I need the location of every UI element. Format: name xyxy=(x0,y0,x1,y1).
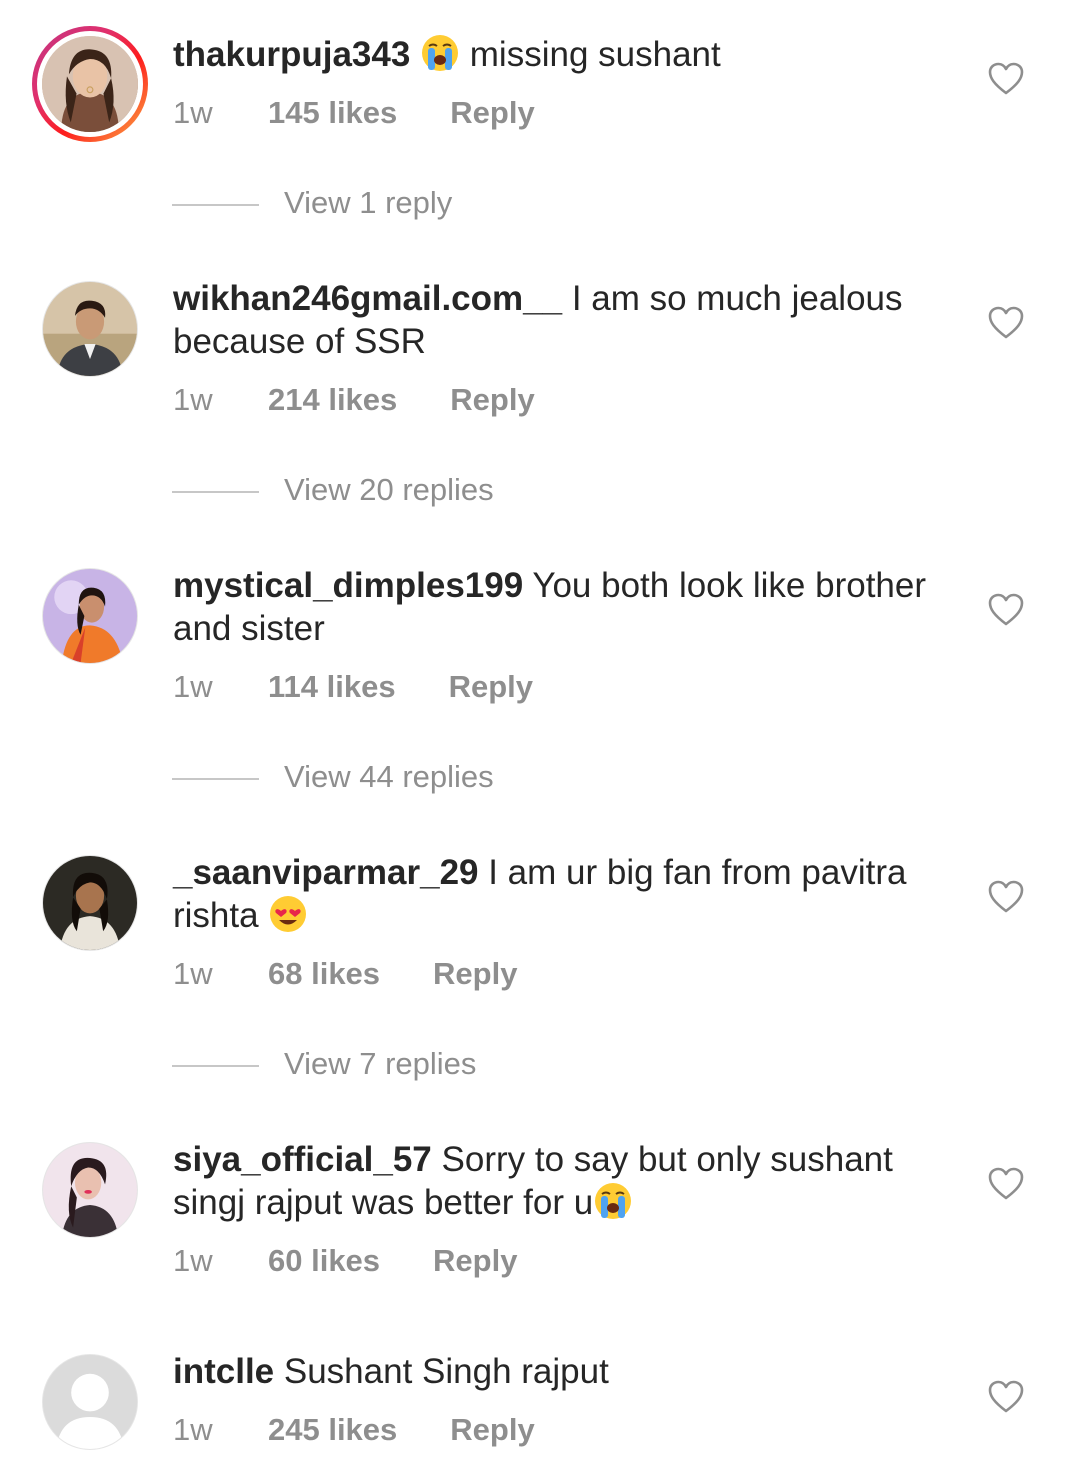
view-replies-label: View 44 replies xyxy=(284,759,494,794)
reply-button[interactable]: Reply xyxy=(433,1243,517,1279)
comment-text: thakurpuja343 missing sushant xyxy=(173,33,963,76)
heart-eyes-face-icon xyxy=(268,894,308,934)
comment-time: 1w xyxy=(173,956,213,991)
view-replies-label: View 20 replies xyxy=(284,472,494,507)
comment-likes[interactable]: 114 likes xyxy=(268,669,396,705)
avatar-intclle[interactable] xyxy=(42,1354,138,1450)
comment-time: 1w xyxy=(173,1243,213,1278)
comment-body: Sushant Singh rajput xyxy=(283,1352,609,1391)
comment-text: wikhan246gmail.com__ I am so much jealou… xyxy=(173,277,963,363)
comment-meta: 1w 68 likes Reply xyxy=(173,956,517,992)
replies-divider xyxy=(172,777,259,780)
heart-outline-icon[interactable] xyxy=(988,1380,1024,1413)
comment-username[interactable]: intclle xyxy=(173,1352,274,1391)
view-replies-button[interactable]: View 44 replies xyxy=(172,759,494,795)
comment-likes[interactable]: 214 likes xyxy=(268,382,397,418)
comment-meta: 1w 60 likes Reply xyxy=(173,1243,517,1279)
loudly-crying-face-icon xyxy=(593,1181,633,1221)
replies-divider xyxy=(172,203,259,206)
comment-time: 1w xyxy=(173,382,213,417)
comment-username[interactable]: mystical_dimples199 xyxy=(173,566,523,605)
avatar-saanviparmar-29[interactable] xyxy=(42,855,138,951)
heart-outline-icon[interactable] xyxy=(988,306,1024,339)
view-replies-button[interactable]: View 20 replies xyxy=(172,472,494,508)
view-replies-button[interactable]: View 1 reply xyxy=(172,185,452,221)
view-replies-button[interactable]: View 7 replies xyxy=(172,1046,476,1082)
default-avatar-icon xyxy=(43,1355,137,1449)
comment-time: 1w xyxy=(173,95,213,130)
comment-likes[interactable]: 145 likes xyxy=(268,95,397,131)
heart-outline-icon[interactable] xyxy=(988,62,1024,95)
comment-meta: 1w 214 likes Reply xyxy=(173,382,535,418)
user-photo xyxy=(43,282,137,376)
comment-text: siya_official_57 Sorry to say but only s… xyxy=(173,1138,963,1224)
user-photo xyxy=(43,1143,137,1237)
avatar-siya-official-57[interactable] xyxy=(42,1142,138,1238)
reply-button[interactable]: Reply xyxy=(433,956,517,992)
comment-text: _saanviparmar_29 I am ur big fan from pa… xyxy=(173,851,963,937)
reply-button[interactable]: Reply xyxy=(449,669,533,705)
user-photo xyxy=(42,36,138,132)
replies-divider xyxy=(172,1064,259,1067)
loudly-crying-face-icon xyxy=(420,33,460,73)
comment-username[interactable]: siya_official_57 xyxy=(173,1140,432,1179)
comment-text: intclle Sushant Singh rajput xyxy=(173,1350,963,1393)
heart-outline-icon[interactable] xyxy=(988,593,1024,626)
comment-username[interactable]: _saanviparmar_29 xyxy=(173,853,479,892)
comment-likes[interactable]: 60 likes xyxy=(268,1243,380,1279)
avatar-wikhan246gmail[interactable] xyxy=(42,281,138,377)
avatar-thakurpuja343[interactable] xyxy=(32,26,148,142)
comment-likes[interactable]: 68 likes xyxy=(268,956,380,992)
comment-username[interactable]: thakurpuja343 xyxy=(173,35,410,74)
user-photo xyxy=(43,569,137,663)
comment-time: 1w xyxy=(173,669,213,704)
avatar-mystical-dimples199[interactable] xyxy=(42,568,138,664)
comment-meta: 1w 114 likes Reply xyxy=(173,669,533,705)
replies-divider xyxy=(172,490,259,493)
comment-meta: 1w 245 likes Reply xyxy=(173,1412,535,1448)
comment-username[interactable]: wikhan246gmail.com__ xyxy=(173,279,562,318)
comment-time: 1w xyxy=(173,1412,213,1447)
comment-text: mystical_dimples199 You both look like b… xyxy=(173,564,963,650)
comment-body: missing sushant xyxy=(469,35,721,74)
reply-button[interactable]: Reply xyxy=(450,95,534,131)
heart-outline-icon[interactable] xyxy=(988,880,1024,913)
view-replies-label: View 7 replies xyxy=(284,1046,477,1081)
comment-likes[interactable]: 245 likes xyxy=(268,1412,397,1448)
view-replies-label: View 1 reply xyxy=(284,185,453,220)
user-photo xyxy=(43,856,137,950)
comment-meta: 1w 145 likes Reply xyxy=(173,95,535,131)
heart-outline-icon[interactable] xyxy=(988,1167,1024,1200)
reply-button[interactable]: Reply xyxy=(450,382,534,418)
reply-button[interactable]: Reply xyxy=(450,1412,534,1448)
